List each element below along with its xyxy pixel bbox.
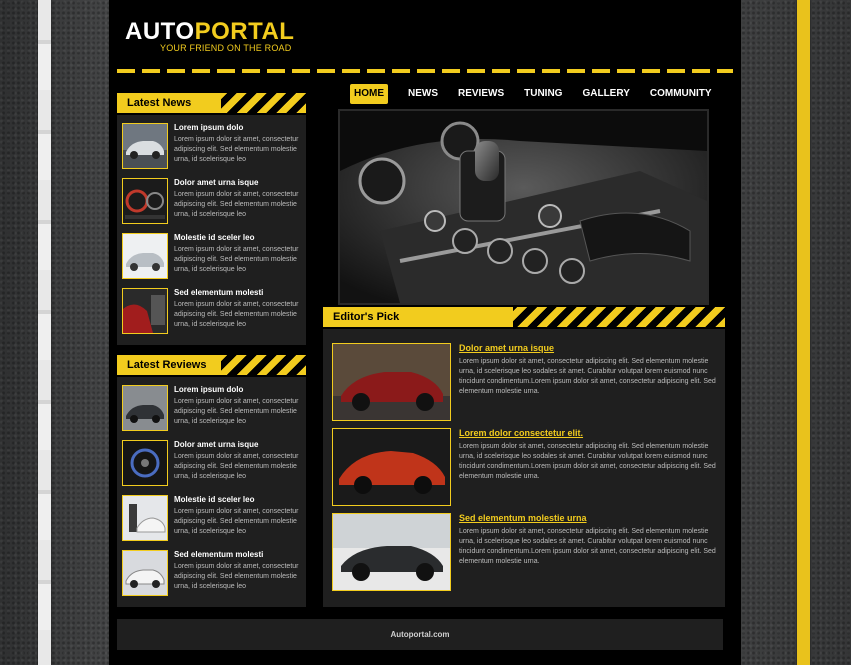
logo-portal: PORTAL [194,18,295,45]
site-logo[interactable]: AUTOPORTAL YOUR FRIEND ON THE ROAD [125,20,294,54]
pick-excerpt: Lorem ipsum dolor sit amet, consectetur … [459,358,716,395]
nav-tuning[interactable]: TUNING [520,84,566,104]
nav-home[interactable]: HOME [350,84,388,104]
hazard-stripes [221,93,306,113]
panel-header: Editor's Pick [323,307,725,329]
review-excerpt: Lorem ipsum dolor sit amet, consectetur … [174,508,299,535]
pick-title-link[interactable]: Lorem dolor consectetur elit. [459,428,721,439]
review-thumbnail[interactable] [122,385,168,431]
news-thumbnail[interactable] [122,123,168,169]
pick-thumbnail[interactable] [332,513,451,591]
list-item[interactable]: Dolor amet urna isque Lorem ipsum dolor … [122,440,306,495]
nav-gallery[interactable]: GALLERY [578,84,633,104]
review-title[interactable]: Molestie id sceler leo [174,495,304,505]
news-title[interactable]: Lorem ipsum dolo [174,123,304,133]
pick-excerpt: Lorem ipsum dolor sit amet, consectetur … [459,443,716,480]
review-title[interactable]: Lorem ipsum dolo [174,385,304,395]
yellow-lane-marking [797,0,810,665]
editors-pick-panel: Editor's Pick Dolor amet urna isque Lore… [323,307,725,607]
pick-excerpt: Lorem ipsum dolor sit amet, consectetur … [459,528,716,565]
main-nav: HOME NEWS REVIEWS TUNING GALLERY COMMUNI… [350,84,728,104]
news-list: Lorem ipsum dolo Lorem ipsum dolor sit a… [117,115,306,343]
news-title[interactable]: Dolor amet urna isque [174,178,304,188]
review-thumbnail[interactable] [122,440,168,486]
review-title[interactable]: Sed elementum molesti [174,550,304,560]
list-item[interactable]: Sed elementum molestie urna Lorem ipsum … [332,513,725,598]
list-item[interactable]: Lorem dolor consectetur elit. Lorem ipsu… [332,428,725,513]
list-item[interactable]: Molestie id sceler leo Lorem ipsum dolor… [122,495,306,550]
news-thumbnail[interactable] [122,288,168,334]
review-thumbnail[interactable] [122,495,168,541]
news-thumbnail[interactable] [122,233,168,279]
latest-reviews-title: Latest Reviews [117,355,221,375]
news-excerpt: Lorem ipsum dolor sit amet, consectetur … [174,301,299,328]
pick-thumbnail[interactable] [332,428,451,506]
logo-tagline: YOUR FRIEND ON THE ROAD [160,43,292,53]
pick-thumbnail[interactable] [332,343,451,421]
news-excerpt: Lorem ipsum dolor sit amet, consectetur … [174,136,299,163]
nav-reviews[interactable]: REVIEWS [454,84,508,104]
nav-community[interactable]: COMMUNITY [646,84,716,104]
editors-pick-title: Editor's Pick [323,307,513,327]
review-excerpt: Lorem ipsum dolor sit amet, consectetur … [174,398,299,425]
panel-header: Latest News [117,93,306,115]
editors-pick-list: Dolor amet urna isque Lorem ipsum dolor … [323,307,725,598]
latest-reviews-panel: Latest Reviews Lorem ipsum dolo Lorem ip… [117,355,306,607]
review-excerpt: Lorem ipsum dolor sit amet, consectetur … [174,563,299,590]
footer: Autoportal.com [117,619,723,650]
review-excerpt: Lorem ipsum dolor sit amet, consectetur … [174,453,299,480]
logo-wordmark: AUTOPORTAL [125,20,294,44]
review-thumbnail[interactable] [122,550,168,596]
list-item[interactable]: Sed elementum molesti Lorem ipsum dolor … [122,550,306,605]
hazard-divider [117,69,733,73]
pick-title-link[interactable]: Sed elementum molestie urna [459,513,721,524]
page-container: AUTOPORTAL YOUR FRIEND ON THE ROAD HOME … [109,0,741,665]
footer-text[interactable]: Autoportal.com [390,630,449,639]
review-title[interactable]: Dolor amet urna isque [174,440,304,450]
hazard-stripes [513,307,725,327]
latest-news-title: Latest News [117,93,221,113]
news-excerpt: Lorem ipsum dolor sit amet, consectetur … [174,246,299,273]
list-item[interactable]: Dolor amet urna isque Lorem ipsum dolor … [122,178,306,233]
list-item[interactable]: Dolor amet urna isque Lorem ipsum dolor … [332,343,725,428]
news-title[interactable]: Molestie id sceler leo [174,233,304,243]
latest-news-panel: Latest News Lorem ipsum dolo Lorem ipsum… [117,93,306,345]
news-thumbnail[interactable] [122,178,168,224]
news-excerpt: Lorem ipsum dolor sit amet, consectetur … [174,191,299,218]
news-title[interactable]: Sed elementum molesti [174,288,304,298]
hazard-stripes [221,355,306,375]
logo-auto: AUTO [125,18,195,45]
white-lane-marking [38,0,51,665]
list-item[interactable]: Lorem ipsum dolo Lorem ipsum dolor sit a… [122,385,306,440]
list-item[interactable]: Lorem ipsum dolo Lorem ipsum dolor sit a… [122,123,306,178]
pick-title-link[interactable]: Dolor amet urna isque [459,343,721,354]
panel-header: Latest Reviews [117,355,306,377]
hero-image [338,109,709,305]
list-item[interactable]: Molestie id sceler leo Lorem ipsum dolor… [122,233,306,288]
list-item[interactable]: Sed elementum molesti Lorem ipsum dolor … [122,288,306,343]
reviews-list: Lorem ipsum dolo Lorem ipsum dolor sit a… [117,377,306,605]
nav-news[interactable]: NEWS [404,84,442,104]
